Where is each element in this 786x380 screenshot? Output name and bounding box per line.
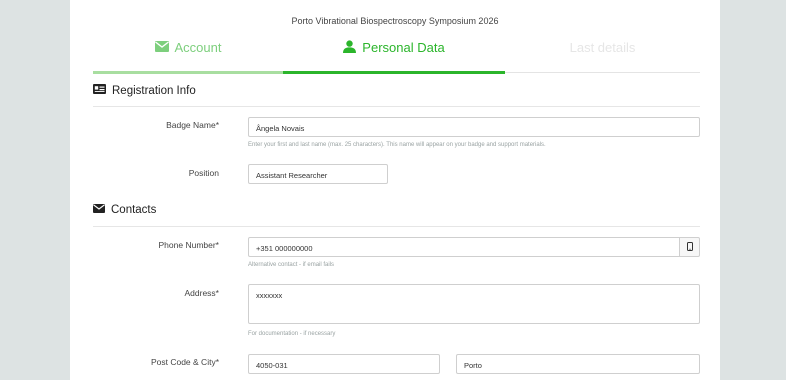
mobile-phone-icon xyxy=(686,238,693,256)
address-help: For documentation - if necessary xyxy=(248,331,336,337)
step-bar-personal-data xyxy=(283,71,505,74)
phone-input[interactable]: +351 000000000 xyxy=(248,237,680,257)
address-label: Address* xyxy=(184,288,220,298)
envelope-icon xyxy=(154,40,169,55)
section-contacts: Contacts xyxy=(93,204,700,216)
phone-addon xyxy=(680,237,700,257)
divider xyxy=(93,106,700,107)
city-input[interactable]: Porto xyxy=(456,354,700,374)
registration-card: Porto Vibrational Biospectroscopy Sympos… xyxy=(70,0,720,380)
step-last-details[interactable]: Last details xyxy=(505,40,700,75)
badge-name-input[interactable]: Ângela Novais xyxy=(248,117,700,137)
step-account[interactable]: Account xyxy=(93,40,283,75)
phone-help: Alternative contact - if email fails xyxy=(248,262,335,268)
envelope-icon xyxy=(93,204,105,216)
step-label: Personal Data xyxy=(362,40,445,55)
badge-name-label: Badge Name* xyxy=(166,120,219,130)
section-registration-info: Registration Info xyxy=(93,84,700,97)
step-label: Last details xyxy=(569,40,636,55)
wizard-steps: Account Personal Data Last details xyxy=(93,40,700,75)
step-label: Account xyxy=(174,40,222,55)
post-code-city-label: Post Code & City* xyxy=(150,357,219,367)
step-personal-data[interactable]: Personal Data xyxy=(283,40,505,75)
step-bar-last-details xyxy=(505,72,700,73)
user-icon xyxy=(343,40,357,56)
id-card-icon xyxy=(93,84,106,97)
section-title: Contacts xyxy=(111,204,157,216)
position-label: Position xyxy=(188,168,219,178)
post-code-input[interactable]: 4050-031 xyxy=(248,354,440,374)
section-title: Registration Info xyxy=(112,84,196,97)
page-title: Porto Vibrational Biospectroscopy Sympos… xyxy=(291,16,499,26)
divider xyxy=(93,226,700,227)
position-input[interactable]: Assistant Researcher xyxy=(248,164,388,184)
badge-name-help: Enter your first and last name (max. 25 … xyxy=(248,142,546,148)
address-textarea[interactable]: xxxxxxx xyxy=(248,284,700,324)
phone-label: Phone Number* xyxy=(158,240,219,250)
step-bar-account xyxy=(93,71,283,74)
